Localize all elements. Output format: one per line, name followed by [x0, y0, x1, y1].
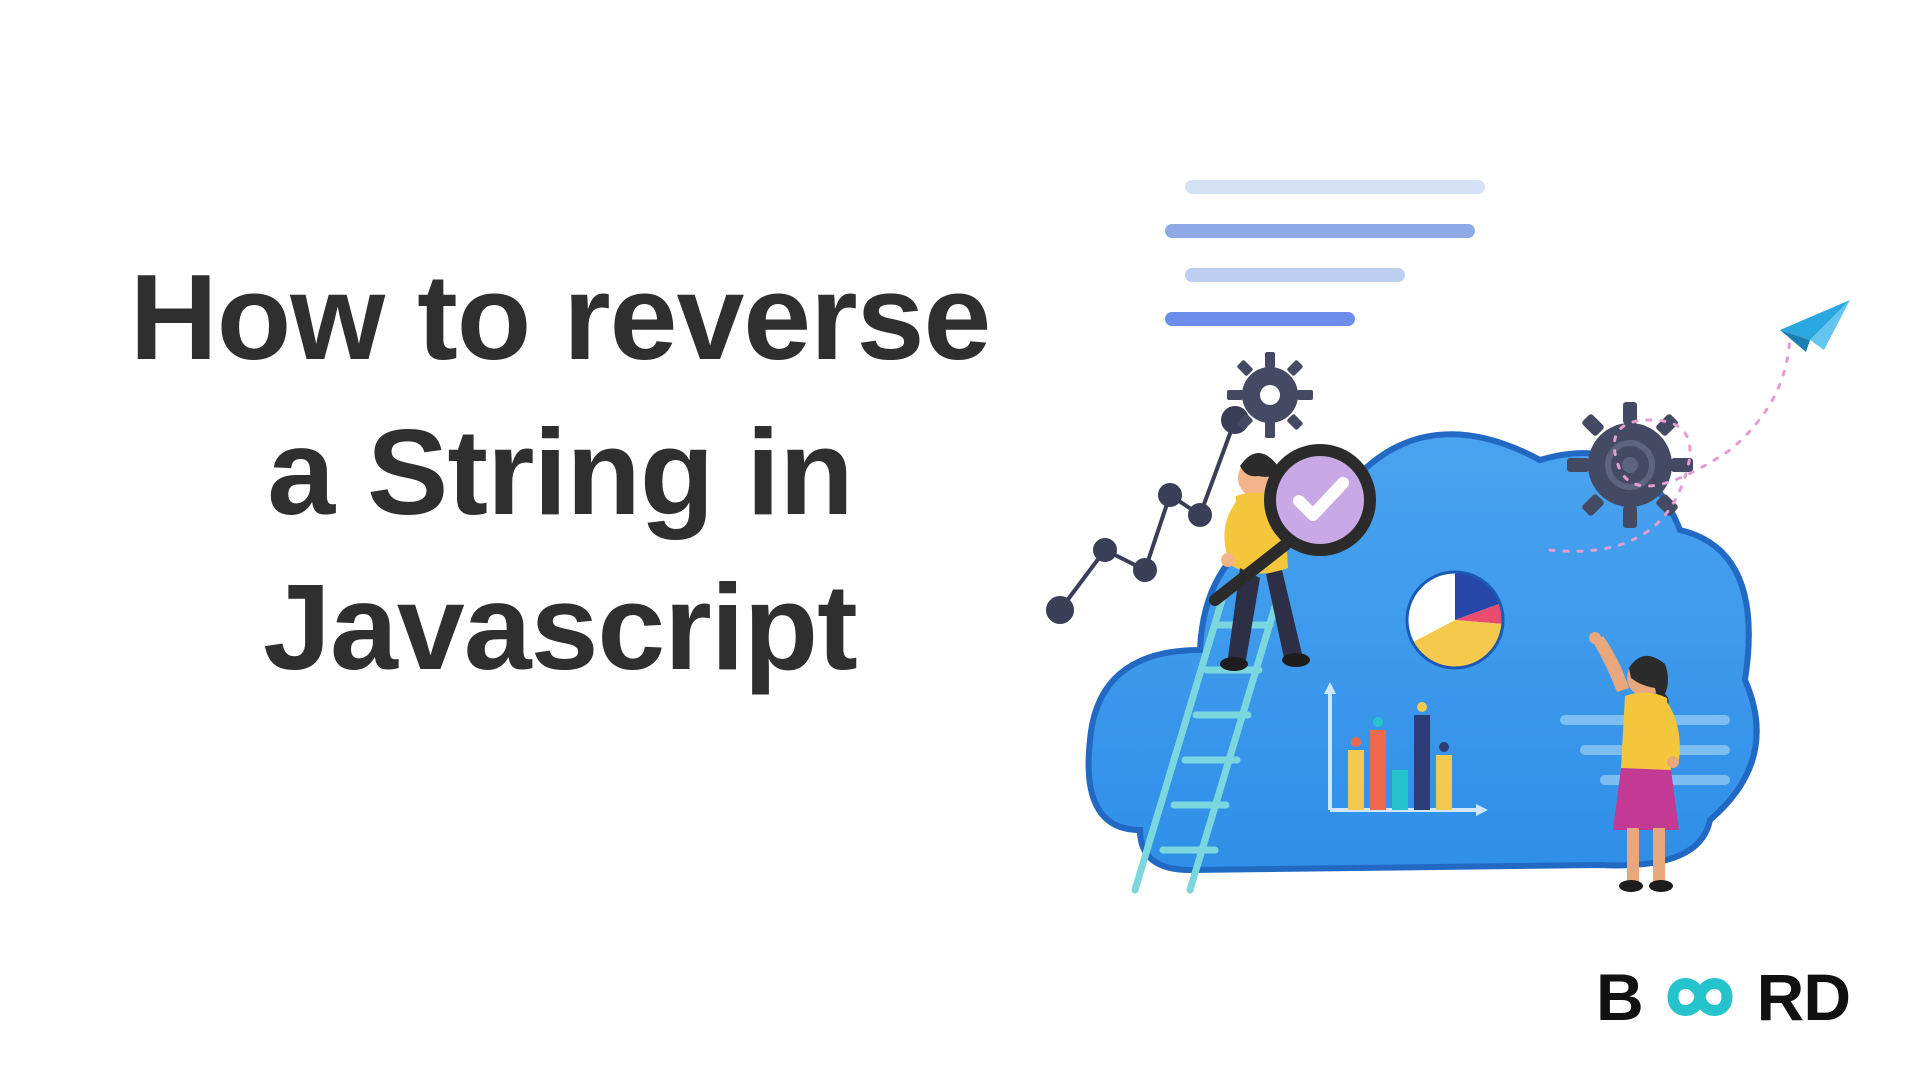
gear-icon	[1225, 350, 1315, 440]
pie-chart-icon	[1395, 560, 1515, 680]
title-line-3: Javascript	[60, 550, 1060, 705]
title-line-1: How to reverse	[60, 240, 1060, 395]
person-pointing-icon	[1575, 630, 1695, 900]
page-canvas: How to reverse a String in Javascript	[0, 0, 1920, 1080]
text-line-icon	[1165, 312, 1355, 326]
title-line-2: a String in	[60, 395, 1060, 550]
text-lines-decoration-icon	[1165, 180, 1485, 326]
page-title: How to reverse a String in Javascript	[60, 240, 1060, 705]
text-line-icon	[1165, 224, 1475, 238]
logo-letters-rd: RD	[1757, 959, 1850, 1035]
magnifier-icon	[1255, 445, 1385, 575]
paper-plane-icon	[1530, 300, 1860, 560]
infinity-icon	[1645, 967, 1755, 1027]
logo-letter-b: B	[1596, 959, 1643, 1035]
board-logo: B RD	[1596, 959, 1850, 1035]
text-line-icon	[1185, 268, 1405, 282]
text-line-icon	[1185, 180, 1485, 194]
